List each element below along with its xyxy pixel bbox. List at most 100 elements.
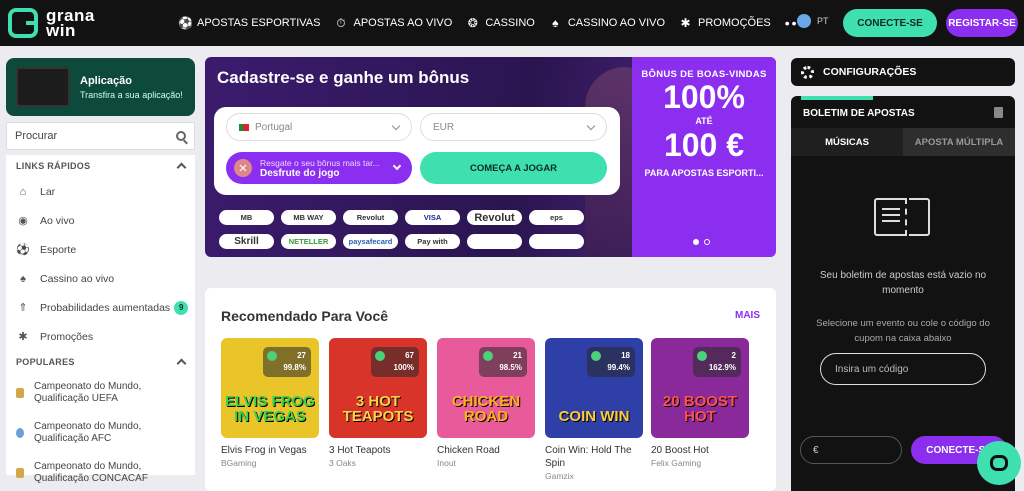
sidebar-item-home[interactable]: ⌂ Lar xyxy=(6,177,195,206)
game-thumbnail[interactable]: 2 162.9% 20 BOOST HOT xyxy=(651,338,749,438)
sidebar-item-promotions[interactable]: ✱ Promoções xyxy=(6,322,195,351)
stake-input[interactable]: € xyxy=(800,436,902,464)
game-logo-art: COIN WIN xyxy=(558,408,630,425)
player-icon xyxy=(267,351,277,361)
game-logo-art: ELVIS FROG IN VEGAS xyxy=(225,393,315,425)
banner-title: Cadastre-se e ganhe um bônus xyxy=(217,68,470,87)
gear-icon xyxy=(801,65,814,79)
chevron-down-icon xyxy=(586,121,596,131)
app-card-subtitle: Transfira a sua aplicação! xyxy=(80,89,183,100)
boost-icon: ⇑ xyxy=(18,301,28,314)
roulette-icon: ❂ xyxy=(467,15,478,30)
payment-logo: VISA xyxy=(405,210,460,225)
sidebar-item-sport[interactable]: ⚽ Esporte xyxy=(6,235,195,264)
game-card[interactable]: 67 100% 3 HOT TEAPOTS 3 Hot Teapots 3 Oak… xyxy=(329,338,427,468)
payment-logo: Revolut xyxy=(467,210,522,225)
recommended-section: Recomendado Para Você MAIS 27 99.8% ELVIS… xyxy=(205,288,776,491)
no-gift-icon: ✕ xyxy=(234,159,252,177)
chevron-up-icon xyxy=(176,358,187,369)
live-icon: ◉ xyxy=(18,214,28,227)
country-select[interactable]: Portugal xyxy=(226,113,412,141)
bet-slip-title: BOLETIM DE APOSTAS xyxy=(803,108,915,119)
nav-casino[interactable]: ❂ CASSINO xyxy=(466,15,535,30)
coupon-code-input[interactable]: Insira um código xyxy=(820,353,986,385)
payment-logo: MB xyxy=(219,210,274,225)
quick-links-header[interactable]: LINKS RÁPIDOS xyxy=(6,155,195,177)
payment-logo: MB WAY xyxy=(281,210,336,225)
bet-slip: BOLETIM DE APOSTAS MÚSICAS APOSTA MÚLTIP… xyxy=(791,96,1015,491)
recommended-title: Recomendado Para Você xyxy=(221,308,389,324)
game-thumbnail[interactable]: 67 100% 3 HOT TEAPOTS xyxy=(329,338,427,438)
search-icon[interactable] xyxy=(176,131,186,141)
game-name: Elvis Frog in Vegas xyxy=(221,445,307,456)
game-stats: 21 98.5% xyxy=(479,347,527,377)
trash-icon[interactable] xyxy=(994,107,1003,118)
carousel-dot[interactable] xyxy=(704,239,710,245)
soccer-ball-icon: ⚽ xyxy=(16,243,30,256)
gift-icon: ✱ xyxy=(680,15,691,30)
slip-accent-bar xyxy=(801,96,873,100)
quick-links-panel: LINKS RÁPIDOS ⌂ Lar ◉ Ao vivo ⚽ Esporte ♠ Ca… xyxy=(6,155,195,484)
popular-item[interactable]: Campeonato do Mundo, Qualificação AFC xyxy=(6,413,195,453)
currency-select[interactable]: EUR xyxy=(420,113,607,141)
nav-live-casino[interactable]: ♠ CASSINO AO VIVO xyxy=(549,16,665,30)
language-selector[interactable]: PT xyxy=(797,14,829,28)
tab-multiple[interactable]: APOSTA MÚLTIPLA xyxy=(903,128,1015,156)
game-name: Chicken Road xyxy=(437,445,500,456)
more-link[interactable]: MAIS xyxy=(735,310,760,321)
search-input[interactable]: Procurar xyxy=(6,122,195,150)
chevron-down-icon xyxy=(391,121,401,131)
register-button[interactable]: REGISTAR-SE xyxy=(946,9,1018,37)
soccer-ball-icon: ⚽ xyxy=(178,15,193,30)
popular-header[interactable]: POPULARES xyxy=(6,351,195,373)
popular-item[interactable]: Campeonato do Mundo, Qualificação UEFA xyxy=(6,373,195,413)
game-provider: 3 Oaks xyxy=(329,458,356,468)
tab-single[interactable]: MÚSICAS xyxy=(791,128,903,156)
game-stats: 18 99.4% xyxy=(587,347,635,377)
payment-logo xyxy=(467,234,522,249)
settings-button[interactable]: CONFIGURAÇÕES xyxy=(791,58,1015,86)
game-card[interactable]: 21 98.5% CHICKEN ROAD Chicken Road Inout xyxy=(437,338,535,468)
chevron-down-icon xyxy=(392,161,402,171)
game-thumbnail[interactable]: 18 99.4% COIN WIN xyxy=(545,338,643,438)
start-playing-button[interactable]: COMEÇA A JOGAR xyxy=(420,152,607,184)
payment-logo xyxy=(529,234,584,249)
select-event-hint: Selecione um evento ou cole o código do … xyxy=(816,318,990,344)
payment-methods-row-1: MB MB WAY Revolut VISA Revolut eps xyxy=(219,210,591,225)
live-chat-button[interactable] xyxy=(977,441,1021,485)
sidebar: Aplicação Transfira a sua aplicação! Pro… xyxy=(6,58,196,491)
app-card-title: Aplicação xyxy=(80,74,132,87)
sidebar-item-boosted-odds[interactable]: ⇑ Probabilidades aumentadas 9 xyxy=(6,293,195,322)
payment-logo: eps xyxy=(529,210,584,225)
nav-sports-betting[interactable]: ⚽ APOSTAS ESPORTIVAS xyxy=(178,15,320,30)
game-card[interactable]: 18 99.4% COIN WIN Coin Win: Hold The Spin… xyxy=(545,338,643,481)
nav-live-betting[interactable]: ⏱ APOSTAS AO VIVO xyxy=(334,16,452,30)
player-icon xyxy=(375,351,385,361)
portugal-flag-icon xyxy=(239,123,249,131)
site-logo[interactable]: grana win xyxy=(8,5,128,41)
cards-icon: ♠ xyxy=(20,272,26,285)
trophy-icon xyxy=(16,388,24,398)
game-card[interactable]: 27 99.8% ELVIS FROG IN VEGAS Elvis Frog i… xyxy=(221,338,319,468)
popular-item[interactable]: Campeonato do Mundo, Qualificação CONCAC… xyxy=(6,453,195,491)
game-name: 3 Hot Teapots xyxy=(329,445,391,456)
welcome-bonus-promo[interactable]: BÔNUS DE BOAS-VINDAS 100% ATÉ 100 € PARA… xyxy=(632,57,776,257)
login-button[interactable]: CONECTE-SE xyxy=(843,9,937,37)
game-stats: 2 162.9% xyxy=(693,347,741,377)
bonus-select[interactable]: ✕ Resgate o seu bônus mais tar... Desfru… xyxy=(226,152,412,184)
game-provider: Inout xyxy=(437,458,456,468)
app-download-card[interactable]: Aplicação Transfira a sua aplicação! xyxy=(6,58,195,116)
game-thumbnail[interactable]: 21 98.5% CHICKEN ROAD xyxy=(437,338,535,438)
game-thumbnail[interactable]: 27 99.8% ELVIS FROG IN VEGAS xyxy=(221,338,319,438)
nav-promotions[interactable]: ✱ PROMOÇÕES xyxy=(679,15,771,30)
globe-icon xyxy=(16,428,24,438)
carousel-dot-active[interactable] xyxy=(693,239,699,245)
payment-logo: Skrill xyxy=(219,234,274,249)
sidebar-item-live[interactable]: ◉ Ao vivo xyxy=(6,206,195,235)
gift-icon: ✱ xyxy=(18,330,28,343)
boost-count-badge: 9 xyxy=(174,300,189,315)
game-card[interactable]: 2 162.9% 20 BOOST HOT 20 Boost Hot Felix … xyxy=(651,338,749,468)
top-navigation: grana win ⚽ APOSTAS ESPORTIVAS ⏱ APOSTAS A… xyxy=(0,0,1024,46)
sidebar-item-live-casino[interactable]: ♠ Cassino ao vivo xyxy=(6,264,195,293)
game-name: Coin Win: Hold The Spin xyxy=(545,445,632,469)
